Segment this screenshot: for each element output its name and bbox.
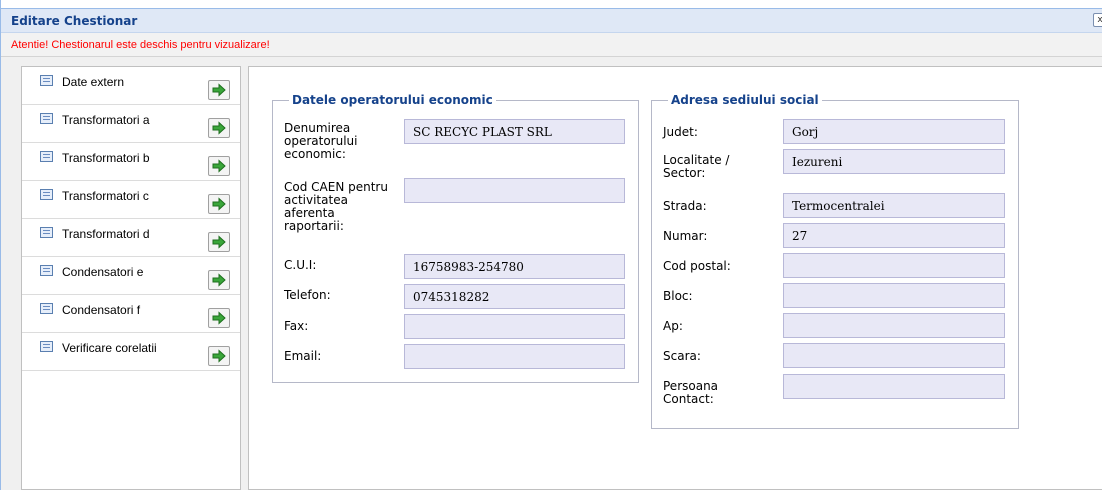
telefon-input[interactable]: 0745318282 (404, 284, 625, 309)
green-arrow-right-icon[interactable] (208, 270, 230, 290)
section-sidebar: Date extern Transformatori a Transformat… (21, 66, 241, 490)
operator-legend: Datele operatorului economic (292, 93, 493, 107)
sidebar-item-label: Condensatori f (62, 303, 141, 317)
document-icon (40, 341, 53, 352)
caen-code-input[interactable] (404, 178, 625, 203)
sidebar-item-verificare-corelatii[interactable]: Verificare corelatii (22, 333, 240, 371)
sidebar-item-condensatori-e[interactable]: Condensatori e (22, 257, 240, 295)
persoana-contact-label: Persoana Contact: (663, 379, 719, 406)
bloc-input[interactable] (783, 283, 1005, 308)
operator-name-label: Denumirea operatorului economic: (284, 121, 358, 161)
judet-label: Judet: (663, 125, 698, 139)
caen-code-label: Cod CAEN pentru activitatea aferenta rap… (284, 180, 388, 233)
sidebar-item-transformatori-c[interactable]: Transformatori c (22, 181, 240, 219)
address-legend: Adresa sediului social (671, 93, 819, 107)
localitate-label: Localitate / Sector: (663, 153, 730, 180)
document-icon (40, 189, 53, 200)
numar-input[interactable]: 27 (783, 223, 1005, 248)
sidebar-item-label: Date extern (62, 75, 125, 89)
cui-label: C.U.I: (284, 258, 317, 272)
sidebar-item-condensatori-f[interactable]: Condensatori f (22, 295, 240, 333)
localitate-input[interactable]: Iezureni (783, 149, 1005, 174)
document-icon (40, 151, 53, 162)
green-arrow-right-icon[interactable] (208, 194, 230, 214)
document-icon (40, 113, 53, 124)
document-icon (40, 75, 53, 86)
green-arrow-right-icon[interactable] (208, 80, 230, 100)
sidebar-item-label: Transformatori b (62, 151, 150, 165)
sidebar-item-transformatori-d[interactable]: Transformatori d (22, 219, 240, 257)
sidebar-item-label: Verificare corelatii (62, 341, 157, 355)
numar-label: Numar: (663, 229, 708, 243)
editare-chestionar-window: Editare Chestionar x Atentie! Chestionar… (0, 0, 1102, 490)
cod-postal-label: Cod postal: (663, 259, 731, 273)
document-icon (40, 303, 53, 314)
bloc-label: Bloc: (663, 289, 693, 303)
sidebar-item-label: Condensatori e (62, 265, 144, 279)
close-icon[interactable]: x (1093, 13, 1102, 27)
persoana-contact-input[interactable] (783, 374, 1005, 399)
sidebar-item-transformatori-a[interactable]: Transformatori a (22, 105, 240, 143)
sidebar-item-transformatori-b[interactable]: Transformatori b (22, 143, 240, 181)
telefon-label: Telefon: (284, 288, 331, 302)
operator-name-input[interactable]: SC RECYC PLAST SRL (404, 119, 625, 144)
judet-input[interactable]: Gorj (783, 119, 1005, 144)
scara-input[interactable] (783, 343, 1005, 368)
document-icon (40, 265, 53, 276)
sidebar-item-label: Transformatori d (62, 227, 150, 241)
read-only-warning-bar: Atentie! Chestionarul este deschis pentr… (1, 33, 1102, 57)
email-input[interactable] (404, 344, 625, 369)
ap-input[interactable] (783, 313, 1005, 338)
green-arrow-right-icon[interactable] (208, 308, 230, 328)
email-label: Email: (284, 349, 322, 363)
strada-input[interactable]: Termocentralei (783, 193, 1005, 218)
sidebar-item-label: Transformatori a (62, 113, 150, 127)
fax-input[interactable] (404, 314, 625, 339)
scara-label: Scara: (663, 349, 701, 363)
window-titlebar: Editare Chestionar x (1, 8, 1102, 33)
green-arrow-right-icon[interactable] (208, 118, 230, 138)
cui-input[interactable]: 16758983-254780 (404, 254, 625, 279)
sidebar-item-label: Transformatori c (62, 189, 149, 203)
fax-label: Fax: (284, 319, 309, 333)
ap-label: Ap: (663, 319, 683, 333)
document-icon (40, 227, 53, 238)
green-arrow-right-icon[interactable] (208, 232, 230, 252)
green-arrow-right-icon[interactable] (208, 156, 230, 176)
window-title: Editare Chestionar (11, 14, 138, 28)
warning-message: Atentie! Chestionarul este deschis pentr… (11, 39, 270, 51)
green-arrow-right-icon[interactable] (208, 346, 230, 366)
cod-postal-input[interactable] (783, 253, 1005, 278)
sidebar-item-date-extern[interactable]: Date extern (22, 67, 240, 105)
strada-label: Strada: (663, 199, 707, 213)
